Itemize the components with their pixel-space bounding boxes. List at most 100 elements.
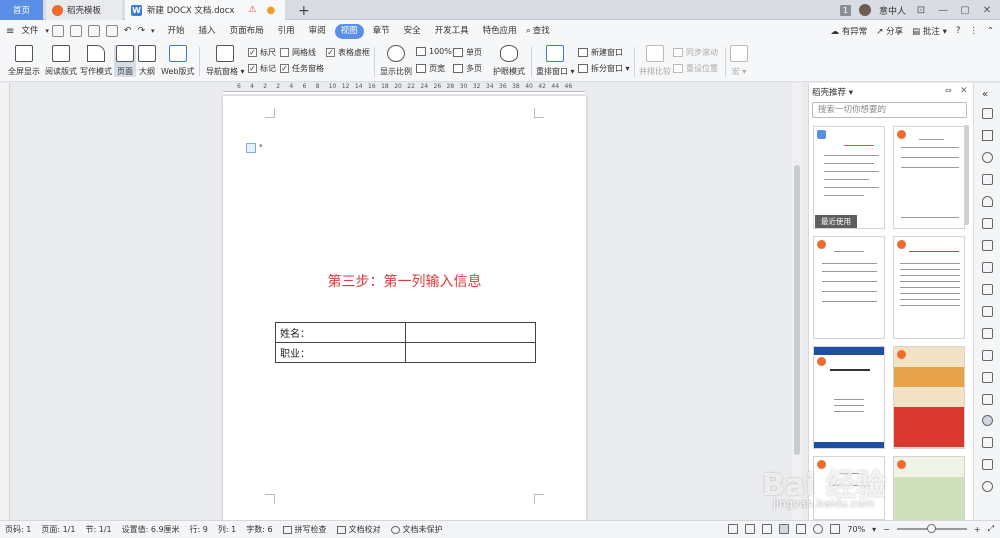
nav-pane-button[interactable]: 导航窗格 ▾ bbox=[206, 45, 245, 77]
quick-access-dropdown-icon[interactable]: ▾ bbox=[151, 27, 155, 35]
undo-icon[interactable]: ↶ bbox=[124, 26, 132, 36]
export-icon[interactable] bbox=[69, 25, 82, 37]
window-count-badge[interactable]: 1 bbox=[839, 4, 851, 16]
template-recommend-icon[interactable] bbox=[982, 415, 993, 426]
help-icon[interactable] bbox=[982, 481, 993, 492]
share-button[interactable]: ↗ 分享 bbox=[876, 25, 903, 37]
writing-mode-button[interactable]: 写作模式 bbox=[80, 45, 112, 77]
table-cell[interactable]: 职业： bbox=[275, 342, 406, 363]
pin-icon[interactable]: ⇔ bbox=[945, 86, 952, 95]
eye-icon[interactable] bbox=[728, 524, 739, 534]
menu-features[interactable]: 特色应用 bbox=[476, 20, 524, 42]
mark-checkbox[interactable]: ✓ 标记 bbox=[248, 63, 276, 74]
macro-button[interactable]: 宏 ▾ bbox=[730, 45, 748, 77]
more-icon[interactable]: ⋮ bbox=[969, 26, 978, 36]
expand-icon[interactable]: « bbox=[982, 89, 993, 100]
spell-check-button[interactable]: 拼写检查 bbox=[278, 524, 332, 535]
gridline-checkbox[interactable]: 网格线 bbox=[280, 47, 316, 58]
menu-review[interactable]: 审阅 bbox=[302, 20, 333, 42]
layout-icon[interactable] bbox=[745, 524, 756, 534]
fit-icon[interactable]: ⤢ bbox=[988, 524, 994, 534]
table-cell[interactable]: 姓名： bbox=[275, 322, 406, 343]
cursor-icon[interactable] bbox=[982, 130, 993, 141]
close-icon[interactable]: ✕ bbox=[960, 86, 968, 96]
picture-icon[interactable] bbox=[982, 240, 993, 251]
file-dropdown-icon[interactable]: ▾ bbox=[45, 27, 49, 35]
info-table[interactable]: 姓名： 职业： bbox=[275, 322, 536, 363]
reading-mode-button[interactable]: 阅读版式 bbox=[45, 45, 77, 77]
help-icon[interactable]: ? bbox=[956, 26, 961, 36]
menu-file[interactable]: 文件 bbox=[14, 20, 45, 42]
tab-templates[interactable]: 稻壳模板 bbox=[46, 0, 122, 20]
gear-icon[interactable] bbox=[982, 328, 993, 339]
template-thumbnail[interactable] bbox=[813, 236, 885, 339]
collapse-ribbon-icon[interactable]: ⌃ bbox=[987, 26, 994, 36]
status-words[interactable]: 字数: 6 bbox=[241, 524, 277, 535]
page-view-icon[interactable] bbox=[779, 524, 790, 534]
template-thumbnail[interactable] bbox=[893, 456, 965, 521]
menu-icon[interactable]: ≡ bbox=[6, 26, 14, 37]
zoom-level[interactable]: 70% bbox=[847, 525, 865, 534]
document-heading[interactable]: 第三步：第一列输入信息 bbox=[223, 271, 586, 291]
table-frame-checkbox[interactable]: ✓ 表格虚框 bbox=[326, 47, 370, 58]
text-icon[interactable] bbox=[982, 262, 993, 273]
split-window-button[interactable]: 拆分窗口 ▾ bbox=[578, 63, 630, 74]
reset-position-button[interactable]: 重设位置 bbox=[673, 63, 718, 74]
skin-icon[interactable]: ⊡ bbox=[914, 5, 928, 16]
menu-insert[interactable]: 插入 bbox=[192, 20, 223, 42]
apps-icon[interactable] bbox=[982, 459, 993, 470]
cloud-issue-button[interactable]: ☁ 有异常 bbox=[831, 25, 868, 37]
eye-care-button[interactable]: 护眼模式 bbox=[493, 45, 525, 77]
read-view-icon[interactable] bbox=[830, 524, 841, 534]
zoom-dropdown-icon[interactable]: ▾ bbox=[872, 525, 876, 534]
comment-button[interactable]: ▤ 批注 ▾ bbox=[912, 25, 947, 37]
document-page[interactable] bbox=[223, 96, 586, 524]
scrollbar-thumb[interactable] bbox=[794, 165, 800, 455]
bookmark-icon[interactable] bbox=[982, 350, 993, 361]
task-pane-checkbox[interactable]: ✓ 任务窗格 bbox=[280, 63, 324, 74]
panel-title[interactable]: 稻壳推荐 ▾ bbox=[812, 86, 853, 98]
avatar[interactable] bbox=[858, 4, 871, 16]
save-icon[interactable] bbox=[51, 25, 64, 37]
proofread-button[interactable]: 文档校对 bbox=[332, 524, 386, 535]
pen-icon[interactable] bbox=[762, 524, 773, 534]
ruler-checkbox[interactable]: ✓ 标尺 bbox=[248, 47, 276, 58]
status-page-number[interactable]: 页码: 1 bbox=[0, 524, 36, 535]
menu-developer[interactable]: 开发工具 bbox=[428, 20, 476, 42]
close-icon[interactable]: ✕ bbox=[980, 5, 994, 16]
zoom-100-button[interactable]: 100% bbox=[416, 47, 452, 56]
template-thumbnail[interactable] bbox=[893, 346, 965, 449]
template-thumbnail[interactable] bbox=[813, 126, 885, 229]
rearrange-window-button[interactable]: 重排窗口 ▾ bbox=[536, 45, 575, 77]
edit-icon[interactable] bbox=[982, 108, 993, 119]
web-view-icon[interactable] bbox=[813, 524, 824, 534]
tab-document[interactable]: W 新建 DOCX 文档.docx ⚠ ● bbox=[125, 0, 285, 20]
sync-scroll-button[interactable]: 同步滚动 bbox=[673, 47, 718, 58]
menu-layout[interactable]: 页面布局 bbox=[223, 20, 271, 42]
menu-home[interactable]: 开始 bbox=[161, 20, 192, 42]
outline-view-button[interactable]: 大纲 bbox=[138, 45, 156, 77]
fill-icon[interactable] bbox=[982, 196, 993, 207]
single-page-button[interactable]: 单页 bbox=[453, 47, 482, 58]
page-options-icon[interactable] bbox=[246, 143, 256, 153]
menu-view[interactable]: 视图 bbox=[334, 23, 364, 39]
protect-button[interactable]: 文档未保护 bbox=[386, 524, 448, 535]
list-icon[interactable] bbox=[982, 437, 993, 448]
tools-icon[interactable] bbox=[982, 306, 993, 317]
user-name[interactable]: 意中人 bbox=[879, 4, 906, 17]
mail-icon[interactable] bbox=[982, 372, 993, 383]
zoom-button[interactable]: 显示比例 bbox=[380, 45, 412, 77]
page-width-button[interactable]: 页宽 bbox=[416, 63, 445, 74]
minimize-icon[interactable]: — bbox=[936, 5, 950, 16]
multi-page-button[interactable]: 多页 bbox=[453, 63, 482, 74]
menu-search[interactable]: 查找 bbox=[531, 20, 557, 42]
chevron-down-icon[interactable]: ▾ bbox=[259, 142, 263, 150]
redo-icon[interactable]: ↷ bbox=[137, 26, 145, 36]
template-thumbnail[interactable] bbox=[893, 236, 965, 339]
image-icon[interactable] bbox=[982, 394, 993, 405]
zoom-out-icon[interactable]: − bbox=[883, 525, 890, 534]
new-window-button[interactable]: 新建窗口 bbox=[578, 47, 623, 58]
compare-button[interactable]: 并排比较 bbox=[639, 45, 671, 77]
zoom-in-icon[interactable]: + bbox=[974, 525, 981, 534]
menu-security[interactable]: 安全 bbox=[397, 20, 428, 42]
